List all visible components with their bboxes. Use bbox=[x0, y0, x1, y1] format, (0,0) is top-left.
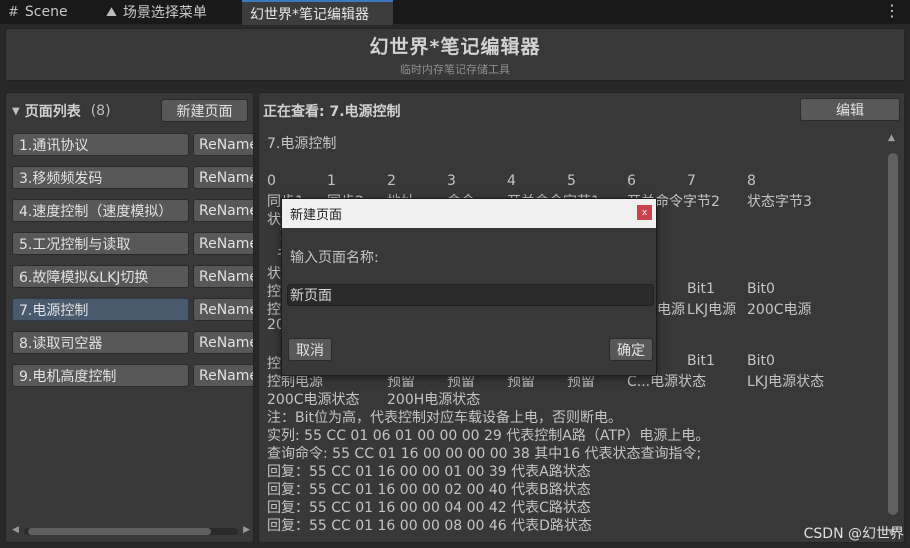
bit-cell: Bit0 bbox=[747, 353, 775, 369]
power-cell: 200C电源 bbox=[747, 302, 812, 318]
content-vertical-scrollbar[interactable]: ▲ ▼ bbox=[886, 133, 900, 538]
tab-label: Scene bbox=[24, 4, 68, 20]
watermark: CSDN @幻世界 bbox=[803, 526, 904, 542]
viewing-title: 正在查看: 7.电源控制 bbox=[263, 104, 401, 120]
content-line: 回复：55 CC 01 16 00 00 04 00 42 代表C路状态 bbox=[267, 500, 591, 516]
rename-button[interactable]: ReName bbox=[193, 133, 253, 156]
new-page-dialog: 新建页面 x 输入页面名称: 取消 确定 bbox=[281, 198, 657, 376]
edit-button[interactable]: 编辑 bbox=[800, 98, 900, 121]
page-list-title: 页面列表 bbox=[24, 104, 81, 120]
content-fragment: 控 bbox=[267, 356, 281, 372]
landscape-icon: ⛰ bbox=[106, 4, 117, 20]
index-cell: 4 bbox=[507, 173, 516, 189]
index-cell: 1 bbox=[327, 173, 336, 189]
scroll-left-icon[interactable]: ◀ bbox=[12, 525, 19, 535]
field-cell: 状态字节3 bbox=[747, 194, 812, 210]
page-item-button[interactable]: 3.移频频发码 bbox=[12, 166, 189, 189]
page-item-button[interactable]: 4.速度控制（速度模拟） bbox=[12, 199, 189, 222]
content-line: 回复：55 CC 01 16 00 00 08 00 46 代表D路状态 bbox=[267, 518, 592, 534]
list-item: 3.移频频发码 ReName bbox=[12, 166, 253, 199]
state-row: 200C电源状态 200H电源状态 bbox=[267, 389, 882, 408]
tab-scene-menu[interactable]: ⛰ 场景选择菜单 bbox=[106, 0, 207, 24]
bit-cell: Bit1 bbox=[687, 353, 715, 369]
scroll-up-icon[interactable]: ▲ bbox=[888, 133, 895, 143]
content-fragment: 控 bbox=[267, 284, 281, 300]
rename-button[interactable]: ReName bbox=[193, 265, 253, 288]
index-cell: 5 bbox=[567, 173, 576, 189]
editor-header: 幻世界*笔记编辑器 临时内存笔记存储工具 bbox=[5, 28, 905, 81]
page-item-button[interactable]: 8.读取司空器 bbox=[12, 331, 189, 354]
list-item: 1.通讯协议 ReName bbox=[12, 133, 253, 166]
rename-button[interactable]: ReName bbox=[193, 166, 253, 189]
index-cell: 0 bbox=[267, 173, 276, 189]
page-list-panel: ▼ 页面列表 (8) 新建页面 1.通讯协议 ReName 3.移频频发码 Re… bbox=[5, 92, 254, 543]
index-cell: 3 bbox=[447, 173, 456, 189]
scroll-right-icon[interactable]: ▶ bbox=[243, 525, 250, 535]
more-options-icon[interactable]: ⋮ bbox=[884, 2, 900, 20]
page-item-button[interactable]: 5.工况控制与读取 bbox=[12, 232, 189, 255]
power-cell: LKJ电源 bbox=[687, 302, 737, 318]
page-name-label: 输入页面名称: bbox=[290, 250, 379, 266]
new-page-button[interactable]: 新建页面 bbox=[161, 99, 248, 122]
index-cell: 8 bbox=[747, 173, 756, 189]
content-fragment: 状 bbox=[267, 212, 281, 228]
page-item-button[interactable]: 1.通讯协议 bbox=[12, 133, 189, 156]
page-item-button[interactable]: 6.故障模拟&LKJ切换 bbox=[12, 265, 189, 288]
list-item: 8.读取司空器 ReName bbox=[12, 331, 253, 364]
index-cell: 6 bbox=[627, 173, 636, 189]
collapse-triangle-icon[interactable]: ▼ bbox=[12, 106, 20, 117]
state-cell: 200C电源状态 bbox=[267, 392, 360, 408]
index-cell: 7 bbox=[687, 173, 696, 189]
content-fragment: 状 bbox=[267, 266, 281, 282]
cancel-button[interactable]: 取消 bbox=[288, 338, 332, 361]
content-line: 实列: 55 CC 01 06 01 00 00 00 29 代表控制A路（AT… bbox=[267, 428, 710, 444]
rename-button[interactable]: ReName bbox=[193, 298, 253, 321]
bit-cell: Bit0 bbox=[747, 281, 775, 297]
page-count: (8) bbox=[90, 103, 111, 119]
content-line: 回复：55 CC 01 16 00 00 02 00 40 代表B路状态 bbox=[267, 482, 591, 498]
tab-scene[interactable]: # Scene bbox=[8, 0, 68, 24]
list-item: 4.速度控制（速度模拟） ReName bbox=[12, 199, 253, 232]
dialog-titlebar[interactable]: 新建页面 x bbox=[282, 199, 656, 228]
list-item: 6.故障模拟&LKJ切换 ReName bbox=[12, 265, 253, 298]
index-cell: 2 bbox=[387, 173, 396, 189]
tab-label: 幻世界*笔记编辑器 bbox=[250, 6, 369, 23]
rename-button[interactable]: ReName bbox=[193, 232, 253, 255]
content-fragment: 控 bbox=[267, 302, 281, 318]
rename-button[interactable]: ReName bbox=[193, 364, 253, 387]
list-item: 9.电机高度控制 ReName bbox=[12, 364, 253, 397]
page-list-horizontal-scrollbar[interactable]: ◀ ▶ bbox=[12, 525, 250, 537]
list-item: 7.电源控制 ReName bbox=[12, 298, 253, 331]
close-icon[interactable]: x bbox=[637, 205, 652, 220]
grid-icon: # bbox=[8, 4, 19, 20]
confirm-button[interactable]: 确定 bbox=[609, 338, 653, 361]
content-line: 查询命令: 55 CC 01 16 00 00 00 00 38 其中16 代表… bbox=[267, 446, 702, 462]
editor-subtitle: 临时内存笔记存储工具 bbox=[400, 63, 510, 76]
bit-cell: Bit1 bbox=[687, 281, 715, 297]
page-list: 1.通讯协议 ReName 3.移频频发码 ReName 4.速度控制（速度模拟… bbox=[12, 133, 253, 397]
page-item-button[interactable]: 9.电机高度控制 bbox=[12, 364, 189, 387]
dialog-title: 新建页面 bbox=[290, 208, 343, 223]
state-cell: LKJ电源状态 bbox=[747, 374, 825, 390]
rename-button[interactable]: ReName bbox=[193, 331, 253, 354]
scrollbar-thumb[interactable] bbox=[28, 528, 211, 535]
page-item-button-selected[interactable]: 7.电源控制 bbox=[12, 298, 189, 321]
scrollbar-thumb[interactable] bbox=[888, 153, 898, 515]
editor-tab-bar: # Scene ⛰ 场景选择菜单 幻世界*笔记编辑器 ⋮ bbox=[0, 0, 910, 25]
doc-title: 7.电源控制 bbox=[267, 136, 337, 152]
state-cell: 200H电源状态 bbox=[387, 392, 481, 408]
power-cell: 电源 bbox=[657, 302, 685, 318]
rename-button[interactable]: ReName bbox=[193, 199, 253, 222]
list-item: 5.工况控制与读取 ReName bbox=[12, 232, 253, 265]
byte-index-row: 0 1 2 3 4 5 6 7 8 bbox=[267, 173, 882, 191]
content-line: 注：Bit位为高，代表控制对应车载设备上电，否则断电。 bbox=[267, 410, 622, 426]
tab-note-editor[interactable]: 幻世界*笔记编辑器 bbox=[242, 0, 393, 25]
tab-label: 场景选择菜单 bbox=[122, 5, 207, 21]
editor-title: 幻世界*笔记编辑器 bbox=[369, 36, 541, 58]
content-line: 回复：55 CC 01 16 00 00 01 00 39 代表A路状态 bbox=[267, 464, 591, 480]
page-name-input[interactable] bbox=[287, 284, 654, 306]
